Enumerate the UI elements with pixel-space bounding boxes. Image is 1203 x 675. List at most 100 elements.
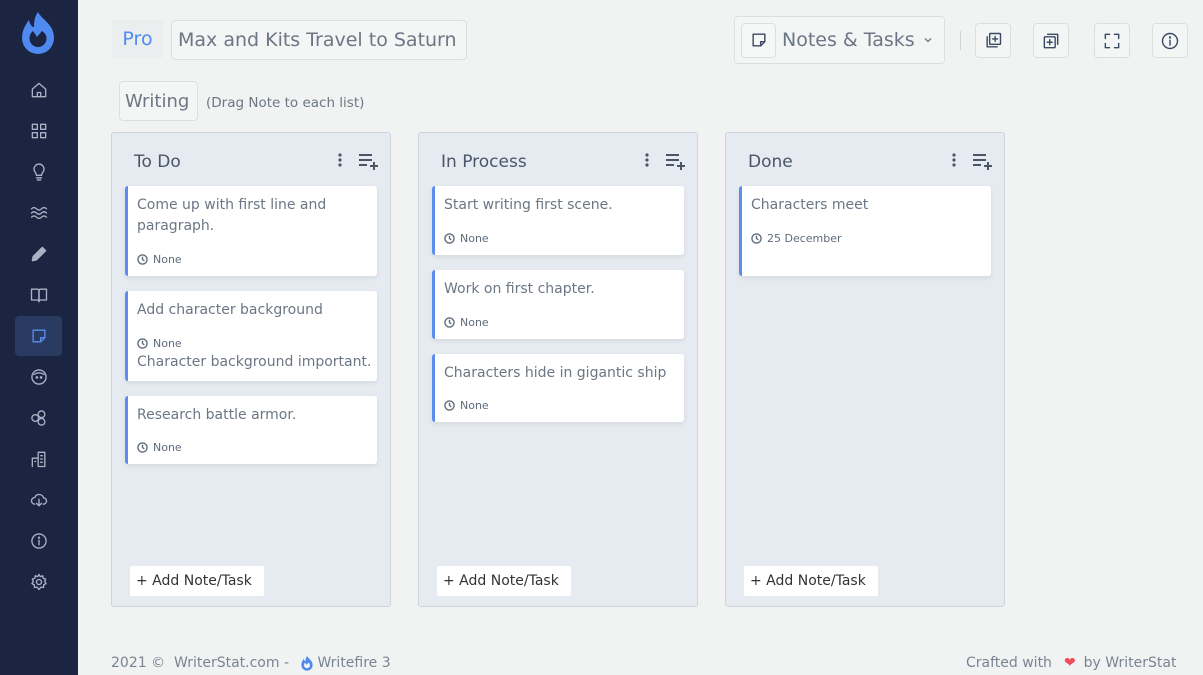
clock-icon: [444, 233, 455, 244]
task-card[interactable]: Come up with first line and paragraph. N…: [125, 186, 377, 276]
card-due-text: None: [153, 253, 182, 266]
fullscreen-button[interactable]: [1094, 23, 1130, 58]
task-card[interactable]: Start writing first scene. None: [432, 186, 684, 255]
copyright-text: 2021 © WriterStat.com -: [111, 655, 294, 671]
view-selector-label: Notes & Tasks: [782, 29, 915, 51]
card-title: Start writing first scene.: [444, 197, 613, 213]
book-icon: [30, 288, 47, 303]
clock-icon: [137, 338, 148, 349]
card-due: None: [137, 253, 182, 266]
info-icon: [30, 533, 47, 549]
card-due-text: None: [460, 232, 489, 245]
card-due-text: 25 December: [767, 232, 842, 245]
sidebar-item-flow[interactable]: [15, 193, 62, 233]
card-title: Work on first chapter.: [444, 281, 595, 297]
duplicate-button[interactable]: [1033, 23, 1069, 58]
sidebar-item-read[interactable]: [15, 275, 62, 315]
clock-icon: [751, 233, 762, 244]
fullscreen-icon: [1104, 33, 1120, 48]
sidebar-item-groups[interactable]: [15, 398, 62, 438]
column-done: Done Characters meet 25 December + Add N…: [725, 132, 1005, 607]
more-vertical-icon[interactable]: [950, 152, 958, 168]
info-button[interactable]: [1152, 23, 1188, 58]
sidebar-item-characters[interactable]: [15, 357, 62, 397]
board-name[interactable]: Writing: [119, 81, 199, 121]
sticky-note-icon: [31, 329, 45, 343]
cloud-download-icon: [30, 493, 47, 507]
sidebar-item-places[interactable]: [15, 439, 62, 479]
footer-copyright: 2021 © WriterStat.com - Writefire 3: [111, 655, 391, 671]
playlist-add-icon[interactable]: [358, 152, 380, 170]
card-title: Research battle armor.: [137, 407, 297, 423]
drag-hint: (Drag Note to each list): [206, 95, 365, 111]
card-due-text: None: [153, 337, 182, 350]
card-due-text: None: [153, 441, 182, 454]
card-due: 25 December: [751, 232, 842, 245]
clock-icon: [137, 254, 148, 265]
add-note-task-button[interactable]: + Add Note/Task: [744, 566, 878, 596]
chevron-down-icon: [924, 38, 932, 43]
playlist-add-icon[interactable]: [665, 152, 687, 170]
card-due: None: [137, 337, 182, 350]
duplicate-icon: [1043, 33, 1059, 48]
clock-icon: [444, 317, 455, 328]
footer-credits: Crafted with ❤ by WriterStat: [966, 655, 1176, 671]
view-selector-dropdown[interactable]: Notes & Tasks: [734, 16, 945, 64]
card-due-text: None: [460, 399, 489, 412]
grid-icon: [31, 123, 46, 139]
sidebar-item-home[interactable]: [15, 70, 62, 110]
task-card[interactable]: Characters hide in gigantic ship None: [432, 354, 684, 422]
card-due: None: [444, 232, 489, 245]
sidebar-item-info[interactable]: [15, 521, 62, 561]
more-vertical-icon[interactable]: [643, 152, 651, 168]
heart-icon: ❤: [1063, 655, 1076, 671]
gear-icon: [30, 573, 47, 591]
sidebar-item-ideas[interactable]: [15, 152, 62, 192]
toolbar-divider: [960, 31, 961, 50]
more-vertical-icon[interactable]: [336, 152, 344, 168]
clock-icon: [137, 442, 148, 453]
sidebar-item-write[interactable]: [15, 234, 62, 274]
add-note-button[interactable]: [975, 23, 1011, 58]
column-title: To Do: [134, 152, 181, 172]
task-card[interactable]: Research battle armor. None: [125, 396, 377, 464]
column-to-do: To Do Come up with first line and paragr…: [111, 132, 391, 607]
task-card[interactable]: Add character background None Character …: [125, 291, 377, 381]
pro-badge: Pro: [112, 20, 163, 58]
card-due: None: [444, 316, 489, 329]
sidebar-item-dashboard[interactable]: [15, 111, 62, 151]
view-icon-box: [741, 22, 776, 58]
character-face-icon: [30, 369, 47, 385]
sidebar-item-notes-tasks[interactable]: [15, 316, 62, 356]
info-icon: [1161, 32, 1179, 49]
column-in-process: In Process Start writing first scene. No…: [418, 132, 698, 607]
card-title: Add character background: [137, 302, 323, 318]
card-title: Come up with first line and paragraph.: [137, 197, 327, 234]
add-note-task-button[interactable]: + Add Note/Task: [130, 566, 264, 596]
sidebar-item-settings[interactable]: [15, 562, 62, 602]
writefire-flame-icon: [301, 656, 314, 671]
building-icon: [31, 451, 45, 468]
task-card[interactable]: Characters meet 25 December: [739, 186, 991, 276]
pencil-icon: [31, 246, 46, 262]
lightbulb-icon: [32, 163, 45, 181]
sidebar-item-export[interactable]: [15, 480, 62, 520]
card-title: Characters meet: [751, 197, 869, 213]
project-title[interactable]: Max and Kits Travel to Saturn: [171, 20, 467, 60]
card-description: Character background important.: [137, 354, 372, 370]
product-name[interactable]: Writefire 3: [317, 655, 390, 671]
crafted-suffix[interactable]: by WriterStat: [1084, 655, 1177, 671]
writefire-logo-icon[interactable]: [18, 10, 58, 54]
sidebar: [0, 0, 78, 675]
circles-icon: [30, 410, 45, 426]
crafted-prefix: Crafted with: [966, 655, 1052, 671]
card-due-text: None: [460, 316, 489, 329]
add-note-task-button[interactable]: + Add Note/Task: [437, 566, 571, 596]
task-card[interactable]: Work on first chapter. None: [432, 270, 684, 339]
playlist-add-icon[interactable]: [972, 152, 994, 170]
clock-icon: [444, 400, 455, 411]
waves-icon: [30, 206, 47, 220]
card-title: Characters hide in gigantic ship: [444, 365, 667, 381]
add-note-icon: [986, 32, 1002, 48]
card-due: None: [137, 441, 182, 454]
